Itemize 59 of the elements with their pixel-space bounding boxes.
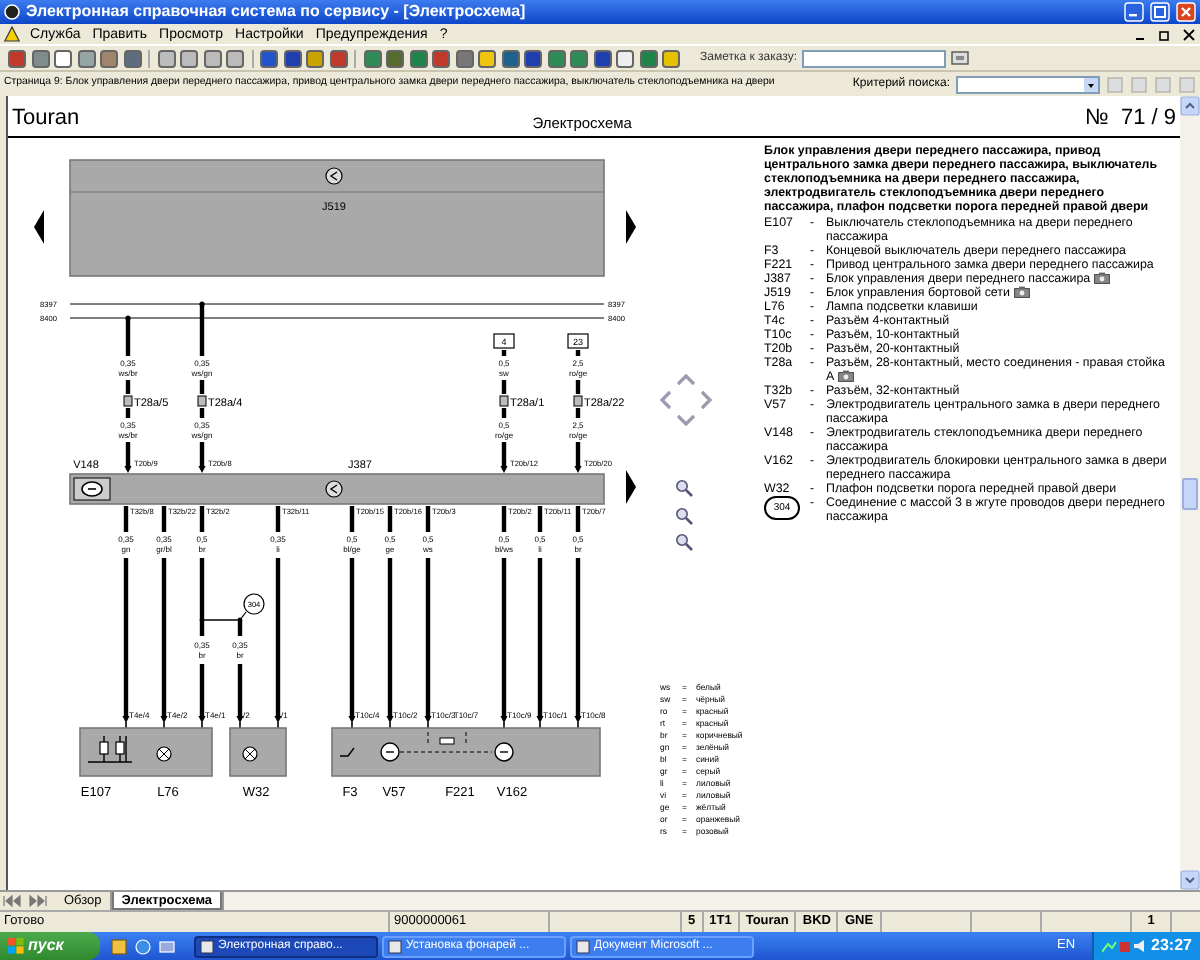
dropdown-caret-icon [1084, 77, 1098, 91]
scroll-down-icon[interactable] [1180, 870, 1200, 890]
motor-symbol-icon [380, 742, 400, 762]
sheet-number: № 71 / 9 [1085, 108, 1176, 130]
splice-line [199, 611, 247, 623]
page-left-arrow-icon[interactable] [34, 210, 44, 244]
switch-symbol-drawing [87, 735, 133, 763]
connector-icon [123, 395, 133, 407]
pan-right-icon[interactable] [700, 390, 713, 410]
camera-icon[interactable] [838, 370, 855, 383]
window-title: Электронная справочная система по сервису - [Электросхема] [26, 4, 526, 20]
component-block [229, 727, 287, 777]
scroll-thumb[interactable] [1182, 477, 1198, 509]
horizontal-scrollbar[interactable] [222, 892, 1200, 910]
start-button[interactable]: пуск [0, 932, 100, 960]
mdi-restore-icon[interactable] [1158, 27, 1172, 41]
page-right-arrow-icon[interactable] [626, 210, 636, 244]
window-icon [200, 939, 214, 953]
fuse-box [493, 333, 515, 349]
lock-drive-symbol-drawing [399, 731, 493, 753]
zoom-in-icon[interactable] [676, 508, 693, 525]
flag-icon [8, 938, 24, 954]
ground-point-symbol [243, 593, 265, 615]
motor-symbol-icon [494, 742, 514, 762]
camera-icon[interactable] [1094, 272, 1111, 285]
connector-icon [197, 395, 207, 407]
close-icon[interactable] [1176, 2, 1196, 22]
door-switch-symbol-icon [339, 747, 355, 757]
zoom-out-icon[interactable] [676, 534, 693, 551]
control-unit-icon [325, 167, 343, 185]
search-criteria-dropdown[interactable] [956, 75, 1100, 93]
connector-icon [499, 395, 509, 407]
vehicle-model: Touran [12, 108, 80, 130]
lamp-symbol-icon [242, 746, 258, 762]
motor-symbol-icon [73, 477, 111, 501]
component-block [79, 727, 213, 777]
page-right-arrow-icon[interactable] [626, 470, 636, 504]
order-note-field[interactable] [801, 49, 945, 67]
mdi-close-icon[interactable] [1182, 27, 1196, 41]
wire [236, 620, 244, 729]
pan-up-icon[interactable] [676, 373, 696, 386]
pan-left-icon[interactable] [659, 390, 672, 410]
clock: 23:27 [1151, 934, 1192, 958]
camera-icon[interactable] [1013, 286, 1030, 299]
vertical-scrollbar[interactable] [1180, 96, 1200, 890]
scroll-up-icon[interactable] [1180, 96, 1200, 116]
connector-icon [573, 395, 583, 407]
fuse-box [567, 333, 589, 349]
window-icon [576, 939, 590, 953]
zoom-icon[interactable] [676, 480, 693, 497]
note-button-icon[interactable] [949, 48, 969, 68]
pan-down-icon[interactable] [676, 414, 696, 427]
minimize-icon[interactable] [1124, 2, 1144, 22]
app-icon [4, 4, 20, 20]
control-unit-icon [325, 480, 343, 498]
tray-icons[interactable] [1101, 938, 1146, 954]
window-icon [388, 939, 402, 953]
maximize-icon[interactable] [1150, 2, 1170, 22]
lamp-symbol-icon [156, 746, 172, 762]
